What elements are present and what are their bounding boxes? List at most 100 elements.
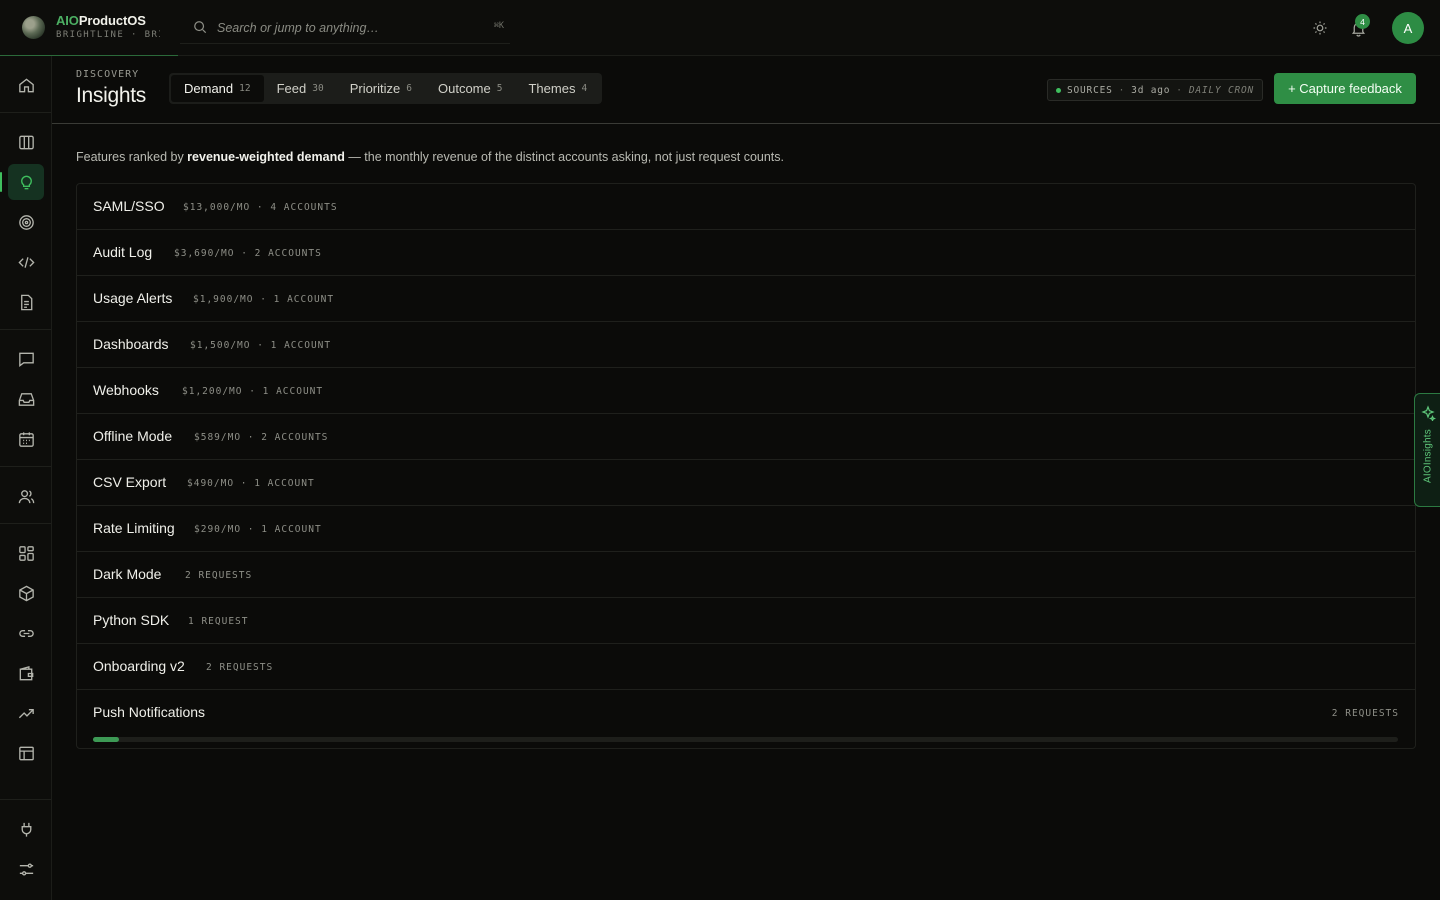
- workspace-name: BRIGHTLINE · BRI…: [56, 30, 160, 40]
- list-item[interactable]: Audit Log $3,690/MO · 2 ACCOUNTS: [77, 230, 1415, 276]
- feature-demand-meta: 1 REQUEST: [188, 616, 249, 627]
- tab-label: Outcome: [438, 81, 491, 96]
- list-item[interactable]: Offline Mode $589/MO · 2 ACCOUNTS: [77, 414, 1415, 460]
- wallet-icon: [19, 665, 33, 680]
- list-item[interactable]: SAML/SSO $13,000/MO · 4 ACCOUNTS: [77, 184, 1415, 230]
- tab-count: 4: [581, 83, 588, 94]
- feature-name: Push Notifications: [93, 704, 206, 720]
- brand-name-prefix: AIO: [56, 13, 79, 28]
- feature-demand-meta: $1,500/MO · 1 ACCOUNT: [190, 340, 332, 351]
- sources-label: SOURCES: [1067, 84, 1113, 96]
- feature-name: Usage Alerts: [93, 290, 173, 306]
- sparkle-icon: [1421, 405, 1436, 421]
- status-dot-icon: [1056, 87, 1061, 93]
- target-icon: [18, 214, 34, 230]
- feature-demand-meta: 2 REQUESTS: [1331, 708, 1399, 719]
- feature-demand-meta: $290/MO · 1 ACCOUNT: [194, 524, 322, 535]
- sources-status-badge[interactable]: SOURCES · 3d ago · DAILY CRON: [1047, 79, 1264, 101]
- description-prefix: Features ranked by: [76, 150, 188, 164]
- list-item[interactable]: Dark Mode 2 REQUESTS: [77, 552, 1415, 598]
- nav-products[interactable]: [8, 575, 44, 611]
- tab-outcome[interactable]: Outcome 5: [425, 75, 515, 102]
- nav-integrations[interactable]: [8, 615, 44, 651]
- sun-icon: [1313, 21, 1327, 35]
- capture-feedback-button[interactable]: + Capture feedback: [1274, 73, 1416, 104]
- list-item[interactable]: CSV Export $490/MO · 1 ACCOUNT: [77, 460, 1415, 506]
- search-input[interactable]: [217, 18, 477, 38]
- feature-name: Onboarding v2: [93, 658, 185, 674]
- list-item[interactable]: Rate Limiting $290/MO · 1 ACCOUNT: [77, 506, 1415, 552]
- feature-name: Dashboards: [93, 336, 169, 352]
- tab-label: Demand: [184, 81, 234, 96]
- tab-count: 6: [406, 83, 412, 94]
- users-icon: [18, 489, 34, 503]
- nav-analytics[interactable]: [8, 695, 44, 731]
- link-icon: [18, 629, 34, 637]
- user-avatar[interactable]: A: [1392, 12, 1424, 44]
- tab-label: Prioritize: [349, 81, 401, 96]
- nav-board[interactable]: [8, 124, 44, 160]
- list-item[interactable]: Webhooks $1,200/MO · 1 ACCOUNT: [77, 368, 1415, 414]
- nav-docs[interactable]: [8, 284, 44, 320]
- brand[interactable]: AIOProductOS BRIGHTLINE · BRI…: [0, 0, 178, 56]
- sliders-icon: [19, 863, 33, 875]
- trending-icon: [18, 708, 34, 718]
- ai-insights-label: AIOInsights: [1422, 429, 1434, 483]
- calendar-icon: [18, 431, 34, 447]
- nav-inbox[interactable]: [8, 381, 44, 417]
- feature-name: Rate Limiting: [93, 520, 175, 536]
- feature-demand-meta: $13,000/MO · 4 ACCOUNTS: [183, 202, 338, 213]
- sidebar-divider: [0, 523, 51, 524]
- grid-icon: [18, 545, 34, 561]
- lightbulb-icon: [20, 175, 32, 189]
- sidebar-divider: [0, 329, 51, 330]
- demand-progress-fill: [93, 737, 120, 742]
- ai-insights-panel-toggle[interactable]: AIOInsights: [1414, 393, 1440, 507]
- feature-name: SAML/SSO: [93, 198, 165, 214]
- table-icon: [18, 746, 34, 760]
- nav-calendar[interactable]: [8, 421, 44, 457]
- tab-themes[interactable]: Themes 4: [515, 75, 600, 102]
- nav-insights[interactable]: [0, 164, 44, 200]
- board-icon: [18, 135, 34, 149]
- nav-tables[interactable]: [8, 735, 44, 771]
- tab-label: Feed: [276, 81, 307, 96]
- theme-toggle-button[interactable]: [1308, 16, 1332, 40]
- search-bar[interactable]: ⌘K: [180, 12, 510, 44]
- feature-demand-meta: $1,200/MO · 1 ACCOUNT: [182, 386, 324, 397]
- tab-count: 5: [496, 83, 503, 94]
- tab-count: 30: [312, 83, 324, 94]
- nav-billing[interactable]: [8, 655, 44, 691]
- sidebar: [0, 56, 52, 900]
- nav-code[interactable]: [8, 244, 44, 280]
- sidebar-divider: [0, 466, 51, 467]
- nav-goals[interactable]: [8, 204, 44, 240]
- section-eyebrow: DISCOVERY: [76, 69, 140, 80]
- feature-demand-meta: $490/MO · 1 ACCOUNT: [187, 478, 315, 489]
- feature-name: CSV Export: [93, 474, 167, 490]
- page-description: Features ranked by revenue-weighted dema…: [76, 150, 784, 164]
- top-bar: AIOProductOS BRIGHTLINE · BRI… ⌘K 4 A: [0, 0, 1440, 56]
- page-header: DISCOVERY Insights Demand 12 Feed 30 Prior…: [52, 56, 1440, 124]
- feature-demand-meta: 2 REQUESTS: [206, 662, 274, 673]
- list-item[interactable]: Usage Alerts $1,900/MO · 1 ACCOUNT: [77, 276, 1415, 322]
- sources-age: 3d ago: [1131, 84, 1171, 96]
- list-item[interactable]: Onboarding v2 2 REQUESTS: [77, 644, 1415, 690]
- nav-feedback[interactable]: [8, 341, 44, 377]
- tab-prioritize[interactable]: Prioritize 6: [337, 75, 425, 102]
- nav-apps[interactable]: [8, 535, 44, 571]
- list-item[interactable]: Python SDK 1 REQUEST: [77, 598, 1415, 644]
- sources-schedule: DAILY CRON: [1188, 84, 1255, 96]
- list-item[interactable]: Dashboards $1,500/MO · 1 ACCOUNT: [77, 322, 1415, 368]
- nav-plugins[interactable]: [8, 811, 44, 847]
- feature-demand-meta: $1,900/MO · 1 ACCOUNT: [193, 294, 335, 305]
- nav-home[interactable]: [8, 67, 44, 103]
- tab-feed[interactable]: Feed 30: [264, 75, 337, 102]
- feature-name: Python SDK: [93, 612, 170, 628]
- nav-customers[interactable]: [8, 478, 44, 514]
- tab-demand[interactable]: Demand 12: [171, 75, 264, 102]
- nav-settings[interactable]: [8, 851, 44, 887]
- demand-progress-bar: [93, 737, 1398, 742]
- document-icon: [20, 294, 32, 310]
- list-item-selected[interactable]: Push Notifications 2 REQUESTS: [77, 690, 1415, 748]
